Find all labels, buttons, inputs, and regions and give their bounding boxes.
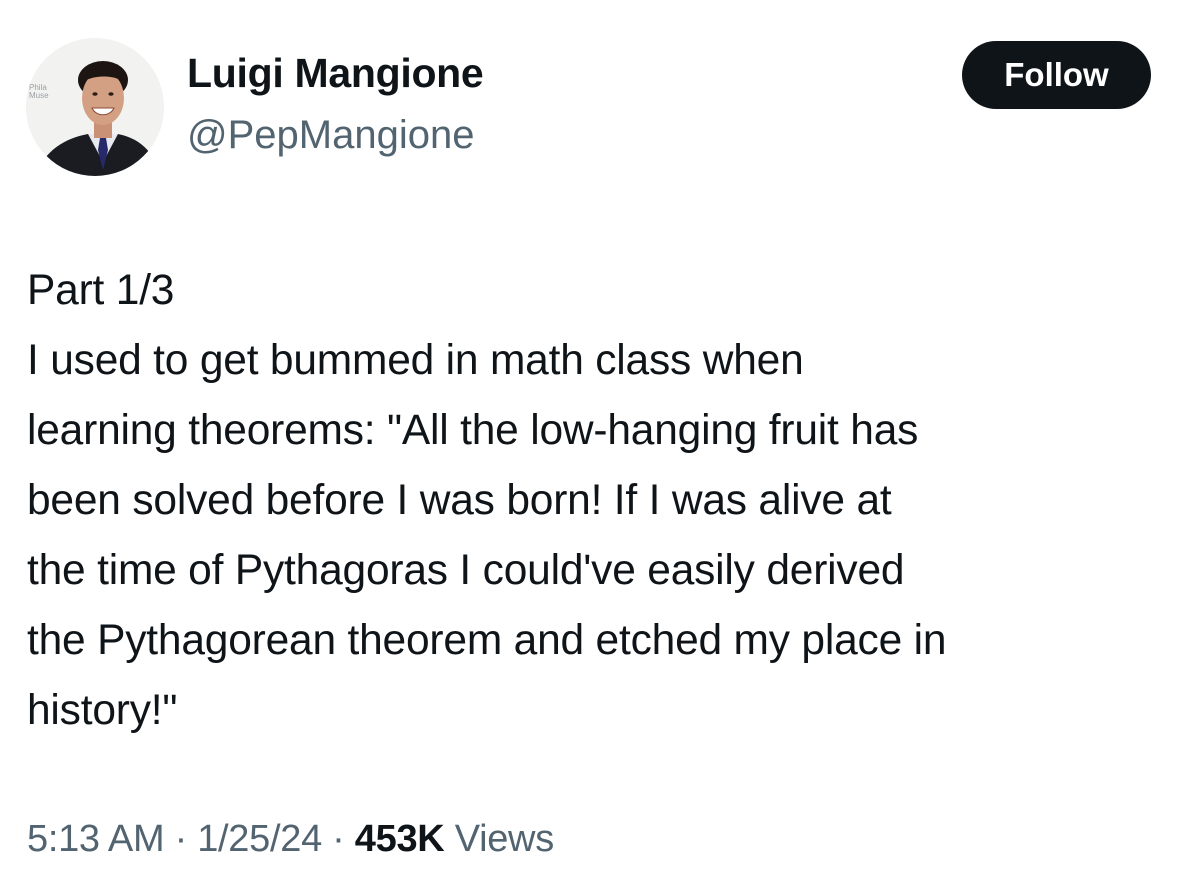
views-label: Views	[454, 818, 554, 860]
tweet-time[interactable]: 5:13 AM	[27, 818, 165, 860]
backdrop-text-2: Muse	[29, 91, 49, 100]
follow-button[interactable]: Follow	[962, 41, 1151, 109]
author-avatar[interactable]: Phila Muse	[26, 38, 164, 176]
tweet-line: learning theorems: "All the low-hanging …	[27, 407, 919, 454]
tweet-line: the Pythagorean theorem and etched my pl…	[27, 617, 947, 664]
tweet-date[interactable]: 1/25/24	[197, 818, 322, 860]
author-display-name[interactable]: Luigi Mangione	[187, 50, 484, 97]
profile-photo-icon: Phila Muse	[26, 38, 164, 176]
meta-separator: ·	[174, 818, 188, 860]
views-count: 453K	[354, 818, 445, 860]
tweet-line: been solved before I was born! If I was …	[27, 477, 892, 524]
tweet-line: I used to get bummed in math class when	[27, 337, 804, 384]
tweet-line: Part 1/3	[27, 267, 175, 314]
tweet-meta: 5:13 AM · 1/25/24 · 453K Views	[27, 818, 554, 861]
author-handle[interactable]: @PepMangione	[187, 113, 474, 158]
meta-separator: ·	[332, 818, 345, 860]
tweet-card: Phila Muse Luigi Mangione @PepMangione F…	[0, 0, 1200, 888]
tweet-line: the time of Pythagoras I could've easily…	[27, 547, 905, 594]
tweet-line: history!"	[27, 687, 178, 734]
tweet-text: Part 1/3 I used to get bummed in math cl…	[27, 256, 1192, 746]
